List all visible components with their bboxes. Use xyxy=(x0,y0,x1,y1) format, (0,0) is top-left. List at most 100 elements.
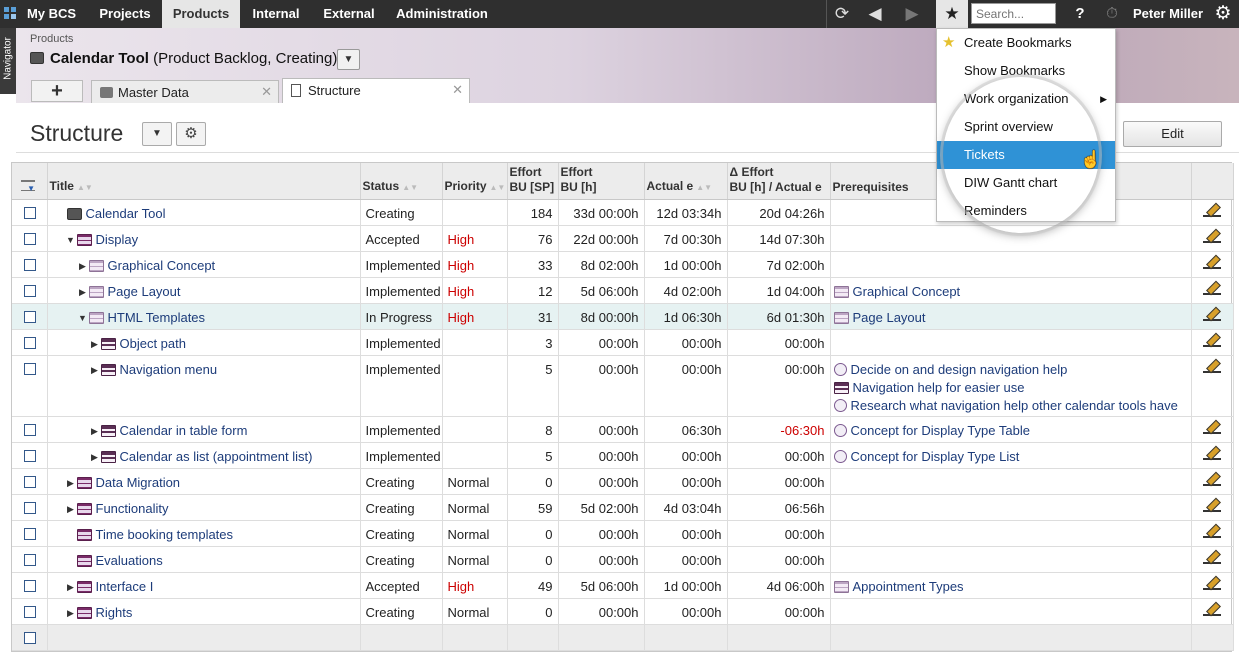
row-checkbox[interactable] xyxy=(24,362,36,375)
select-all-column-header[interactable]: ▼ xyxy=(12,163,48,200)
expand-toggle-icon[interactable]: ▶ xyxy=(89,361,101,379)
tab-structure[interactable]: Structure ✕ xyxy=(282,78,470,103)
edit-pencil-icon[interactable] xyxy=(1201,524,1223,538)
back-arrow-icon[interactable]: ◀ xyxy=(858,0,892,28)
row-checkbox[interactable] xyxy=(24,553,36,566)
column-header-effort-sp[interactable]: Effort BU [SP] xyxy=(507,163,559,200)
edit-pencil-icon[interactable] xyxy=(1201,576,1223,590)
item-title-link[interactable]: Evaluations xyxy=(96,552,163,570)
row-checkbox[interactable] xyxy=(24,284,36,297)
edit-pencil-icon[interactable] xyxy=(1201,255,1223,269)
expand-toggle-icon[interactable]: ▶ xyxy=(89,335,101,353)
row-checkbox[interactable] xyxy=(24,423,36,436)
table-row[interactable]: ▶ Data Migration Creating Normal 0 00:00h 00:0… xyxy=(12,468,1234,495)
refresh-icon[interactable]: ⟳ xyxy=(828,0,856,28)
table-row[interactable]: ▶ Navigation menu Implemented 5 00:00h 00:00h… xyxy=(12,355,1234,417)
row-checkbox[interactable] xyxy=(24,605,36,618)
table-row[interactable]: Evaluations Creating Normal 0 00:00h 00:00h 00… xyxy=(12,546,1234,573)
edit-pencil-icon[interactable] xyxy=(1201,602,1223,616)
prerequisite-link[interactable]: Research what navigation help other cale… xyxy=(833,397,1186,415)
nav-projects[interactable]: Projects xyxy=(91,0,159,28)
prerequisite-link[interactable]: Concept for Display Type List xyxy=(833,448,1186,466)
column-header-priority[interactable]: Priority ▲▼ xyxy=(442,163,508,200)
item-title-link[interactable]: Navigation menu xyxy=(120,361,218,379)
expand-toggle-icon[interactable]: ▶ xyxy=(77,283,89,301)
prerequisite-link[interactable]: Appointment Types xyxy=(833,578,1186,596)
edit-pencil-icon[interactable] xyxy=(1201,420,1223,434)
prerequisite-link[interactable]: Navigation help for easier use xyxy=(833,379,1186,397)
item-title-link[interactable]: HTML Templates xyxy=(108,309,206,327)
column-header-delta-effort[interactable]: Δ Effort BU [h] / Actual e xyxy=(727,163,831,200)
row-checkbox[interactable] xyxy=(24,232,36,245)
menu-item-sprint-overview[interactable]: Sprint overview xyxy=(937,113,1115,141)
nav-internal[interactable]: Internal xyxy=(243,0,309,28)
edit-pencil-icon[interactable] xyxy=(1201,359,1223,373)
navigator-panel-toggle[interactable]: Navigator xyxy=(0,28,16,94)
item-title-link[interactable]: Rights xyxy=(96,604,133,622)
help-icon[interactable]: ? xyxy=(1068,0,1092,28)
menu-item-work-organization[interactable]: Work organization ▶ xyxy=(937,85,1115,113)
item-title-link[interactable]: Display xyxy=(96,231,139,249)
prerequisite-link[interactable]: Page Layout xyxy=(833,309,1186,327)
edit-pencil-icon[interactable] xyxy=(1201,498,1223,512)
view-settings-button[interactable]: ⚙ xyxy=(176,122,206,146)
item-title-link[interactable]: Calendar Tool xyxy=(86,205,166,223)
add-tab-button[interactable]: + xyxy=(31,80,83,102)
item-title-link[interactable]: Object path xyxy=(120,335,187,353)
footer-checkbox[interactable] xyxy=(24,631,36,644)
prerequisite-link[interactable]: Graphical Concept xyxy=(833,283,1186,301)
edit-pencil-icon[interactable] xyxy=(1201,550,1223,564)
tab-master-data[interactable]: Master Data ✕ xyxy=(91,80,279,103)
table-row[interactable]: ▶ Rights Creating Normal 0 00:00h 00:00h 00:00h xyxy=(12,598,1234,625)
table-row[interactable]: ▶ Interface I Accepted High 49 5d 06:00h 1d 00… xyxy=(12,572,1234,599)
menu-item-reminders[interactable]: Reminders xyxy=(937,197,1115,225)
view-dropdown-button[interactable]: ▼ xyxy=(142,122,172,146)
item-title-link[interactable]: Data Migration xyxy=(96,474,181,492)
table-row[interactable]: ▼ HTML Templates In Progress High 31 8d 00:00… xyxy=(12,303,1234,330)
object-menu-dropdown[interactable]: ▼ xyxy=(337,49,360,70)
item-title-link[interactable]: Calendar in table form xyxy=(120,422,248,440)
table-row[interactable]: ▼ Display Accepted High 76 22d 00:00h 7d 00:30… xyxy=(12,225,1234,252)
row-checkbox[interactable] xyxy=(24,310,36,323)
stopwatch-icon[interactable]: ⏱ xyxy=(1098,0,1126,28)
collapse-toggle-icon[interactable]: ▼ xyxy=(65,231,77,249)
close-icon[interactable]: ✕ xyxy=(261,84,272,100)
row-checkbox[interactable] xyxy=(24,449,36,462)
item-title-link[interactable]: Functionality xyxy=(96,500,169,518)
gear-icon[interactable]: ⚙ xyxy=(1208,0,1238,28)
column-header-actual[interactable]: Actual e ▲▼ xyxy=(644,163,728,200)
prerequisite-link[interactable]: Concept for Display Type Table xyxy=(833,422,1186,440)
edit-button[interactable]: Edit xyxy=(1123,121,1222,147)
item-title-link[interactable]: Calendar as list (appointment list) xyxy=(120,448,313,466)
edit-pencil-icon[interactable] xyxy=(1201,307,1223,321)
item-title-link[interactable]: Interface I xyxy=(96,578,154,596)
nav-external[interactable]: External xyxy=(313,0,385,28)
row-checkbox[interactable] xyxy=(24,258,36,271)
table-row[interactable]: ▶ Object path Implemented 3 00:00h 00:00h 00:0… xyxy=(12,329,1234,356)
row-checkbox[interactable] xyxy=(24,336,36,349)
row-checkbox[interactable] xyxy=(24,527,36,540)
table-row[interactable]: Time booking templates Creating Normal 0 00:… xyxy=(12,520,1234,547)
search-input[interactable] xyxy=(971,3,1056,24)
expand-toggle-icon[interactable]: ▶ xyxy=(65,500,77,518)
edit-pencil-icon[interactable] xyxy=(1201,333,1223,347)
nav-administration[interactable]: Administration xyxy=(388,0,496,28)
column-header-status[interactable]: Status ▲▼ xyxy=(360,163,443,200)
expand-toggle-icon[interactable]: ▶ xyxy=(89,448,101,466)
collapse-toggle-icon[interactable]: ▼ xyxy=(77,309,89,327)
expand-toggle-icon[interactable]: ▶ xyxy=(65,474,77,492)
edit-pencil-icon[interactable] xyxy=(1201,203,1223,217)
item-title-link[interactable]: Time booking templates xyxy=(96,526,234,544)
expand-toggle-icon[interactable]: ▶ xyxy=(65,604,77,622)
row-checkbox[interactable] xyxy=(24,206,36,219)
column-header-title[interactable]: Title ▲▼ xyxy=(47,163,361,200)
row-checkbox[interactable] xyxy=(24,501,36,514)
edit-pencil-icon[interactable] xyxy=(1201,229,1223,243)
expand-toggle-icon[interactable]: ▶ xyxy=(77,257,89,275)
table-row[interactable]: ▶ Calendar as list (appointment list) Impl… xyxy=(12,442,1234,469)
menu-item-create-bookmarks[interactable]: ★ Create Bookmarks xyxy=(937,29,1115,57)
item-title-link[interactable]: Graphical Concept xyxy=(108,257,216,275)
table-row[interactable]: ▶ Calendar in table form Implemented 8 00:00… xyxy=(12,416,1234,443)
nav-products[interactable]: Products xyxy=(162,0,240,28)
column-header-effort-h[interactable]: Effort BU [h] xyxy=(558,163,645,200)
